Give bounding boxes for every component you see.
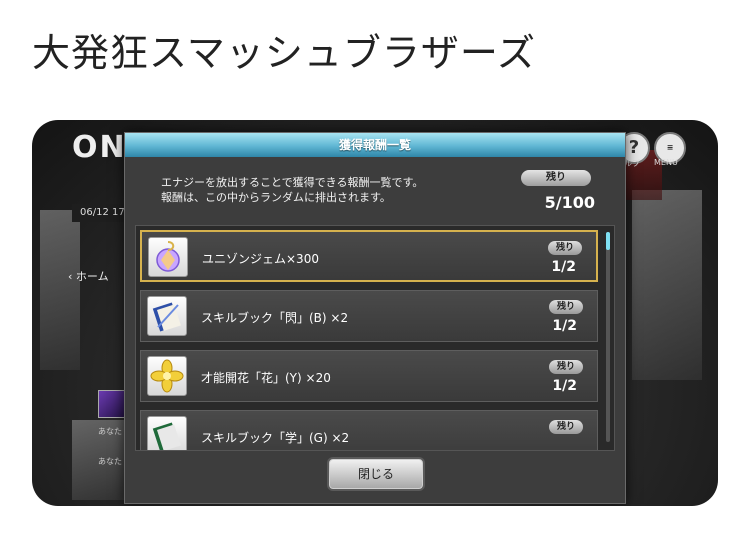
menu-icon: ≡	[666, 143, 674, 152]
reward-list[interactable]: ユニゾンジェム×300 残り 1/2 スキルブック「閃」(B) ×2 残り 1/…	[135, 225, 615, 451]
remain-badge: 残り	[521, 170, 591, 186]
remain-badge: 残り	[549, 360, 583, 374]
reward-count: 1/2	[552, 378, 577, 394]
reward-row[interactable]: スキルブック「閃」(B) ×2 残り 1/2	[140, 290, 598, 342]
reward-name: スキルブック「学」(G) ×2	[201, 431, 350, 445]
remain-badge: 残り	[548, 241, 582, 255]
list-scrollbar[interactable]	[606, 232, 610, 442]
reward-name: ユニゾンジェム×300	[202, 252, 319, 266]
dialog-title: 獲得報酬一覧	[125, 133, 625, 157]
page-title: 大発狂スマッシュブラザーズ	[32, 31, 536, 75]
unison-gem-icon	[148, 237, 188, 277]
description-line-2: 報酬は、この中からランダムに排出されます。	[161, 191, 391, 204]
talent-flower-icon	[147, 356, 187, 396]
event-card-icon[interactable]	[98, 390, 126, 418]
reward-list-dialog: 獲得報酬一覧 エナジーを放出することで獲得できる報酬一覧です。 報酬は、この中か…	[124, 132, 626, 504]
skill-book-icon	[147, 416, 187, 450]
bg-building	[632, 190, 702, 380]
scroll-thumb[interactable]	[606, 232, 610, 250]
home-back-button[interactable]: ‹ ホーム	[68, 268, 109, 284]
close-button[interactable]: 閉じる	[329, 459, 423, 489]
question-icon: ?	[628, 137, 640, 158]
dialog-description: エナジーを放出することで獲得できる報酬一覧です。 報酬は、この中からランダムに排…	[161, 175, 423, 205]
description-line-1: エナジーを放出することで獲得できる報酬一覧です。	[161, 176, 424, 189]
remain-total-count: 5/100	[544, 193, 595, 212]
remain-badge: 残り	[549, 300, 583, 314]
menu-label: MENU	[654, 158, 678, 167]
reward-count: 1/2	[552, 318, 577, 334]
remain-badge: 残り	[549, 420, 583, 434]
reward-row[interactable]: ユニゾンジェム×300 残り 1/2	[140, 230, 598, 282]
chevron-left-icon: ‹	[68, 270, 73, 283]
reward-row[interactable]: スキルブック「学」(G) ×2 残り	[140, 410, 598, 450]
reward-row[interactable]: 才能開花「花」(Y) ×20 残り 1/2	[140, 350, 598, 402]
reward-count: 1/2	[551, 259, 576, 275]
reward-name: スキルブック「閃」(B) ×2	[201, 311, 349, 325]
game-screen: ON 06/12 17 ‹ ホーム ? ヘルプ ≡ MENU あなた 累計 あな…	[32, 120, 718, 506]
skill-book-icon	[147, 296, 187, 336]
reward-name: 才能開花「花」(Y) ×20	[201, 371, 331, 385]
home-label: ホーム	[75, 270, 109, 283]
bg-building	[40, 210, 80, 370]
